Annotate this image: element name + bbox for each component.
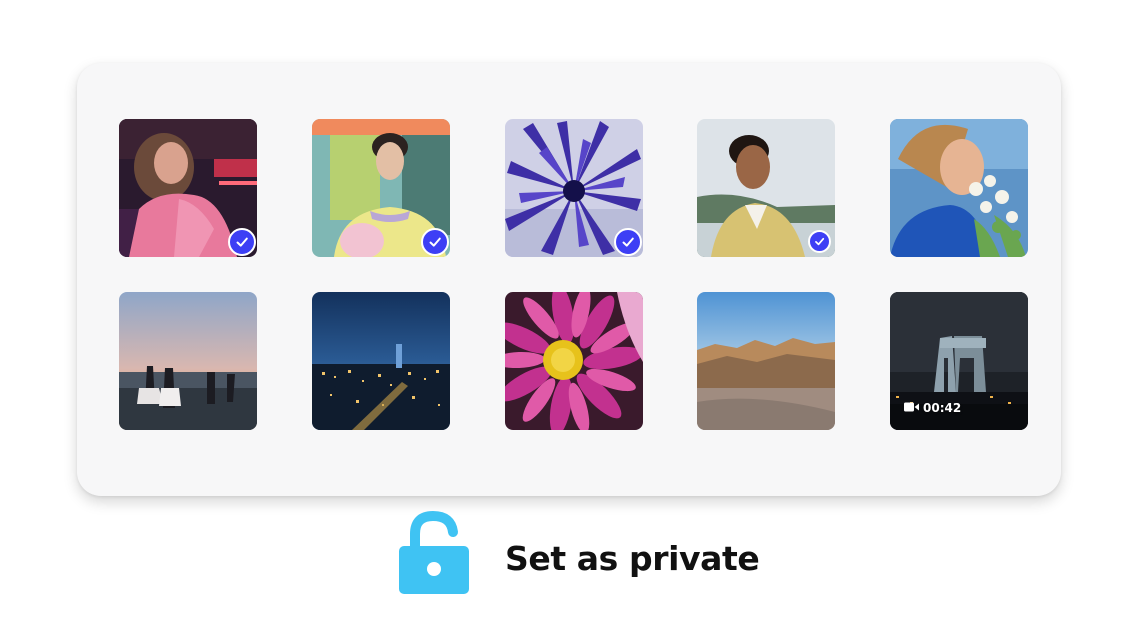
set-as-private-label: Set as private: [505, 538, 760, 578]
photo-city-night-aerial: [312, 292, 450, 430]
selected-check-icon: [228, 228, 256, 256]
gallery-item-6[interactable]: [119, 292, 257, 430]
gallery-item-5[interactable]: [890, 119, 1028, 257]
selected-check-icon: [614, 228, 642, 256]
set-as-private-button[interactable]: Set as private: [397, 510, 760, 596]
screen: 00:42 Set as private: [0, 0, 1136, 629]
photo-pink-daisy: [505, 292, 643, 430]
gallery-item-1[interactable]: [119, 119, 257, 257]
gallery-item-2[interactable]: [312, 119, 450, 257]
gallery-item-4[interactable]: [697, 119, 835, 257]
video-duration-badge: 00:42: [904, 400, 961, 416]
gallery-item-8[interactable]: [505, 292, 643, 430]
gallery-item-9[interactable]: [697, 292, 835, 430]
unlocked-padlock-icon: [399, 510, 469, 594]
video-camera-icon: [904, 400, 919, 416]
gallery-item-3[interactable]: [505, 119, 643, 257]
video-duration-text: 00:42: [923, 401, 962, 415]
selected-check-icon: [808, 230, 831, 253]
gallery-item-7[interactable]: [312, 292, 450, 430]
gallery-item-10[interactable]: 00:42: [890, 292, 1028, 430]
photo-woman-white-flowers: [890, 119, 1028, 257]
photo-beach-sunset-friends: [119, 292, 257, 430]
media-grid-card: 00:42: [77, 63, 1061, 496]
selected-check-icon: [421, 228, 449, 256]
photo-desert-canyon: [697, 292, 835, 430]
